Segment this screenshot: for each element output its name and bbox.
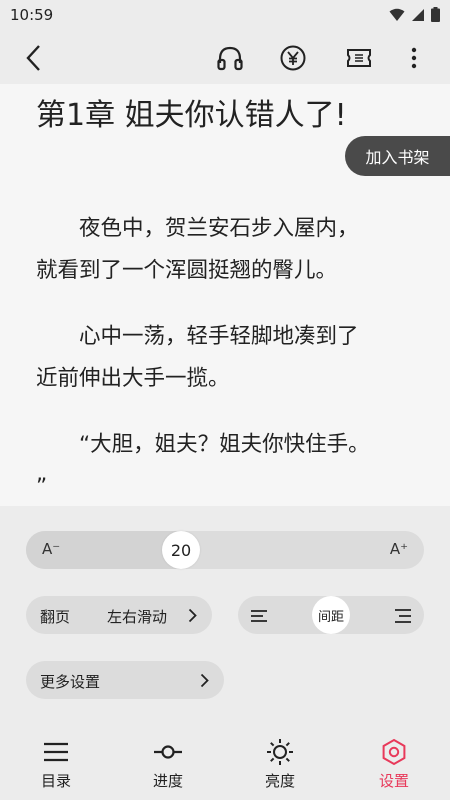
ticket-icon: [347, 49, 371, 67]
nav-label: 亮度: [264, 772, 295, 790]
spacing-compact-button[interactable]: [250, 608, 268, 622]
chapter-title: 第1章 姐夫你认错人了!: [36, 98, 347, 133]
bottom-nav: 目录 进度 亮度 设置: [0, 728, 450, 800]
menu-icon: [44, 742, 68, 762]
add-to-bookshelf-button[interactable]: 加入书架: [345, 136, 450, 176]
chevron-right-icon: [188, 608, 197, 623]
reading-content: 第1章 姐夫你认错人了! 加入书架 夜色中，贺兰安石步入屋内， 就看到了一个浑圆…: [0, 84, 450, 506]
signal-icon: [412, 8, 424, 21]
status-icons: [389, 7, 440, 22]
yen-icon: [280, 45, 306, 71]
reward-button[interactable]: [277, 42, 309, 74]
page-turn-value: 左右滑动: [107, 608, 168, 626]
paragraph-line: 就看到了一个浑圆挺翘的臀儿。: [36, 258, 338, 283]
back-button[interactable]: [18, 42, 50, 74]
brightness-icon: [267, 739, 293, 765]
audio-button[interactable]: [214, 42, 246, 74]
more-button[interactable]: [398, 42, 430, 74]
paragraph: 夜色中，贺兰安石步入屋内， 就看到了一个浑圆挺翘的臀儿。: [36, 208, 416, 292]
nav-item-contents[interactable]: 目录: [16, 728, 96, 800]
paragraph-line: “大胆，姐夫？姐夫你快住手。: [79, 432, 370, 457]
nav-label: 目录: [40, 772, 71, 790]
paragraph-line: 近前伸出大手一揽。: [36, 366, 230, 391]
battery-icon: [431, 7, 440, 22]
progress-icon: [154, 745, 182, 759]
more-settings-label: 更多设置: [40, 673, 101, 691]
nav-label: 进度: [152, 772, 183, 790]
more-settings-button[interactable]: 更多设置: [26, 661, 224, 699]
font-increase-button[interactable]: A⁺: [390, 540, 408, 558]
paragraph: “大胆，姐夫？姐夫你快住手。 ”: [36, 424, 416, 506]
status-bar: 10:59: [0, 0, 450, 32]
font-size-slider[interactable]: A⁻ A⁺ 20: [26, 531, 424, 569]
ticket-button[interactable]: [343, 42, 375, 74]
spacing-setting: 间距: [238, 596, 424, 634]
back-icon: [26, 45, 40, 71]
spacing-loose-button[interactable]: [394, 608, 412, 623]
paragraph: 心中一荡，轻手轻脚地凑到了 近前伸出大手一揽。: [36, 316, 416, 400]
page-turn-setting[interactable]: 翻页 左右滑动: [26, 596, 212, 634]
more-vertical-icon: [411, 47, 417, 69]
paragraph-line: ”: [36, 474, 48, 499]
nav-item-progress[interactable]: 进度: [128, 728, 208, 800]
headphones-icon: [217, 46, 243, 71]
align-compact-icon: [251, 610, 267, 622]
reader-toolbar: [0, 32, 450, 84]
nav-item-brightness[interactable]: 亮度: [240, 728, 320, 800]
wifi-icon: [389, 8, 405, 21]
align-loose-icon: [395, 609, 411, 623]
nav-item-settings[interactable]: 设置: [354, 728, 434, 800]
status-time: 10:59: [10, 6, 54, 24]
font-decrease-button[interactable]: A⁻: [42, 540, 60, 558]
spacing-thumb[interactable]: 间距: [312, 596, 350, 634]
page-turn-label: 翻页: [40, 608, 71, 626]
nav-label: 设置: [378, 772, 409, 790]
paragraph-line: 心中一荡，轻手轻脚地凑到了: [79, 324, 359, 349]
settings-panel: A⁻ A⁺ 20 翻页 左右滑动 间距 更多设置 目录 进度 亮度 设置: [0, 506, 450, 800]
paragraph-line: 夜色中，贺兰安石步入屋内，: [79, 216, 359, 241]
font-size-thumb[interactable]: 20: [162, 531, 200, 569]
chevron-right-icon: [200, 673, 209, 688]
settings-icon: [382, 738, 406, 766]
